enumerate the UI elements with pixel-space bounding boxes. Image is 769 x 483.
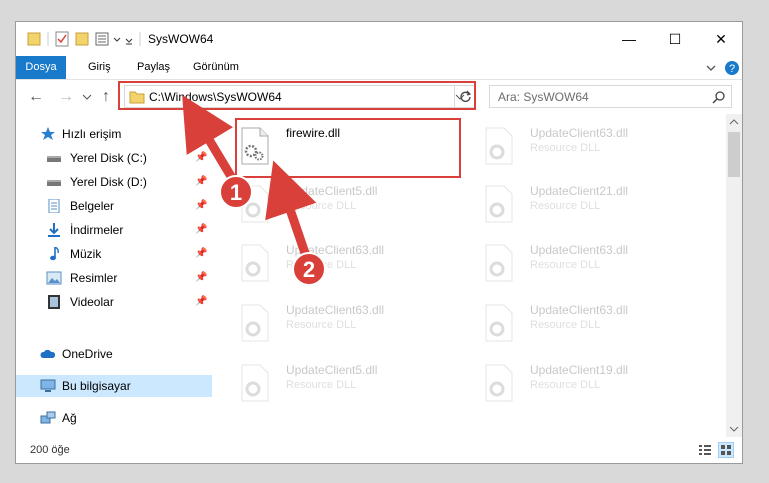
- step-1-marker: 1: [219, 175, 253, 209]
- step-2-label: 2: [303, 257, 315, 282]
- arrow-2: [265, 160, 317, 258]
- annotation-arrows: 1 2: [182, 94, 326, 286]
- step-1-label: 1: [230, 180, 242, 205]
- step-2-marker: 2: [292, 252, 326, 286]
- arrow-1: [182, 94, 236, 181]
